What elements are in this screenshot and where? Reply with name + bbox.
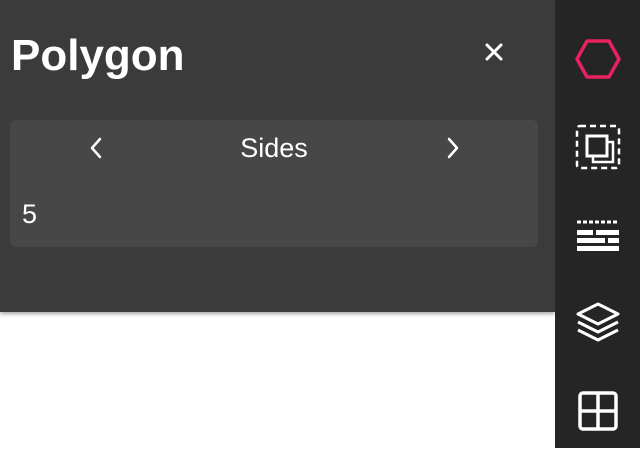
grid-tool-button[interactable] bbox=[555, 371, 640, 451]
pattern-tool-button[interactable] bbox=[555, 195, 640, 275]
select-tool-button[interactable] bbox=[555, 107, 640, 187]
polygon-panel: Polygon Sides 5 bbox=[0, 0, 555, 312]
sides-value[interactable]: 5 bbox=[22, 198, 37, 230]
grid-icon bbox=[577, 391, 618, 431]
brick-pattern-icon bbox=[576, 220, 619, 251]
next-button[interactable] bbox=[437, 132, 469, 164]
polygon-tool-button[interactable] bbox=[555, 19, 640, 99]
chevron-right-icon bbox=[447, 137, 459, 159]
tool-sidebar bbox=[555, 0, 640, 448]
layers-tool-button[interactable] bbox=[555, 283, 640, 363]
close-icon bbox=[485, 43, 503, 61]
panel-title: Polygon bbox=[11, 31, 185, 80]
select-box-icon bbox=[575, 124, 620, 170]
hexagon-icon bbox=[574, 39, 621, 79]
layers-icon bbox=[576, 302, 619, 342]
close-button[interactable] bbox=[478, 36, 510, 68]
sides-stepper: Sides 5 bbox=[10, 120, 538, 247]
